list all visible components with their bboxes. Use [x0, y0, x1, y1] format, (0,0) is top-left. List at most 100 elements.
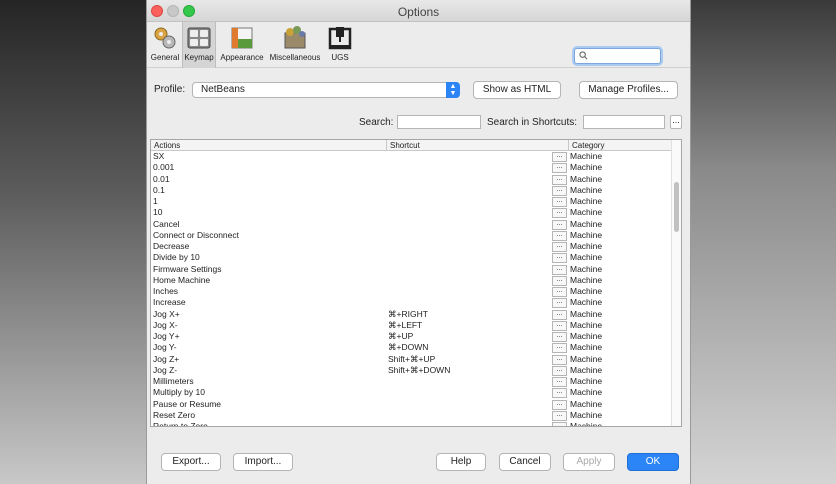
shortcut-edit-button[interactable]: ... — [552, 388, 567, 399]
shortcut-edit-button[interactable]: ... — [552, 343, 567, 354]
shortcut-cell[interactable]: ⌘+RIGHT — [388, 309, 428, 320]
manage-profiles-button[interactable]: Manage Profiles... — [579, 81, 678, 99]
tab-ugs[interactable]: UGS — [325, 22, 355, 68]
shortcut-edit-button[interactable]: ... — [552, 242, 567, 252]
table-row[interactable]: Millimeters... Machine — [151, 376, 672, 387]
shortcut-edit-button[interactable]: ... — [552, 365, 567, 376]
shortcut-edit-button[interactable]: ... — [552, 174, 567, 185]
table-row[interactable]: Jog X+ ⌘+RIGHT... Machine — [151, 309, 672, 320]
options-search-field[interactable] — [574, 48, 661, 64]
table-header: Actions Shortcut Category — [151, 140, 672, 151]
tab-miscellaneous[interactable]: Miscellaneous — [268, 22, 322, 68]
table-row[interactable]: Reset Zero... Machine — [151, 410, 672, 421]
show-as-html-button[interactable]: Show as HTML — [473, 81, 561, 99]
profile-select[interactable]: NetBeans ▲ ▼ — [192, 82, 460, 98]
shortcut-edit-button[interactable]: ... — [552, 163, 567, 174]
table-row[interactable]: Inches... Machine — [151, 286, 672, 297]
table-row[interactable]: 0.01... Machine — [151, 174, 672, 185]
table-row[interactable]: Home Machine... Machine — [151, 275, 672, 286]
shortcut-edit-button[interactable]: ... — [552, 264, 567, 275]
table-row[interactable]: Jog Z- Shift+⌘+DOWN... Machine — [151, 365, 672, 376]
table-row[interactable]: Cancel... Machine — [151, 219, 672, 230]
shortcut-cell[interactable]: Shift+⌘+UP — [388, 354, 435, 365]
action-cell: Pause or Resume — [153, 398, 222, 409]
table-row[interactable]: Connect or Disconnect... Machine — [151, 230, 672, 241]
shortcut-cell[interactable]: ⌘+UP — [388, 331, 413, 342]
shortcut-cell[interactable]: ⌘+DOWN — [388, 342, 428, 353]
shortcut-capture-button[interactable]: ... — [670, 115, 682, 129]
table-row[interactable]: Return to Zero... Machine — [151, 421, 672, 427]
table-scrollbar-thumb[interactable] — [674, 182, 679, 232]
shortcut-cell[interactable]: Shift+⌘+DOWN — [388, 365, 450, 376]
chevron-updown-icon: ▲ ▼ — [446, 82, 460, 98]
shortcut-edit-button[interactable]: ... — [552, 275, 567, 286]
table-row[interactable]: Divide by 10... Machine — [151, 252, 672, 264]
tab-general[interactable]: General — [149, 22, 181, 68]
miscellaneous-icon — [284, 26, 306, 49]
search-in-shortcuts-input[interactable] — [583, 115, 665, 129]
tab-appearance[interactable]: Appearance — [219, 22, 265, 68]
shortcut-edit-button[interactable]: ... — [552, 253, 567, 264]
action-cell: Return to Zero — [153, 421, 208, 427]
shortcut-edit-button[interactable]: ... — [552, 399, 567, 410]
shortcut-edit-button[interactable]: ... — [552, 320, 567, 331]
table-row[interactable]: 0.1... Machine — [151, 185, 672, 196]
table-row[interactable]: SX... Machine — [151, 151, 672, 162]
category-cell: Machine — [570, 151, 603, 161]
table-row[interactable]: Decrease... Machine — [151, 241, 672, 252]
shortcut-edit-button[interactable]: ... — [552, 410, 567, 421]
category-cell: Machine — [570, 364, 603, 375]
action-cell: Connect or Disconnect — [153, 229, 239, 240]
search-input[interactable] — [397, 115, 481, 129]
table-row[interactable]: Jog X- ⌘+LEFT... Machine — [151, 320, 672, 331]
shortcut-edit-button[interactable]: ... — [552, 332, 567, 342]
category-cell: Machine — [570, 308, 603, 319]
action-cell: Reset Zero — [153, 409, 196, 420]
shortcut-edit-button[interactable]: ... — [552, 219, 567, 230]
desktop-background-right — [691, 0, 836, 484]
category-cell: Machine — [570, 421, 603, 427]
shortcut-edit-button[interactable]: ... — [552, 185, 567, 196]
category-cell: Machine — [570, 342, 603, 353]
shortcut-edit-button[interactable]: ... — [552, 230, 567, 241]
shortcut-edit-button[interactable]: ... — [552, 152, 567, 162]
export-button[interactable]: Export... — [161, 453, 221, 471]
apply-button[interactable]: Apply — [563, 453, 615, 471]
table-scrollbar[interactable] — [671, 140, 681, 426]
shortcut-cell[interactable]: ⌘+LEFT — [388, 320, 422, 331]
tab-keymap[interactable]: Keymap — [182, 22, 216, 68]
shortcut-edit-button[interactable]: ... — [552, 309, 567, 320]
table-row[interactable]: Multiply by 10... Machine — [151, 387, 672, 399]
help-button[interactable]: Help — [436, 453, 486, 471]
action-cell: SX — [153, 151, 165, 161]
shortcut-edit-button[interactable]: ... — [552, 208, 567, 219]
table-row[interactable]: Increase... Machine — [151, 297, 672, 309]
category-cell: Machine — [570, 162, 603, 173]
table-row[interactable]: 1... Machine — [151, 196, 672, 207]
shortcut-edit-button[interactable]: ... — [552, 298, 567, 309]
import-button[interactable]: Import... — [233, 453, 293, 471]
ok-button[interactable]: OK — [627, 453, 679, 471]
shortcut-edit-button[interactable]: ... — [552, 377, 567, 387]
column-header-category[interactable]: Category — [569, 140, 672, 151]
table-row[interactable]: Firmware Settings... Machine — [151, 264, 672, 275]
category-cell: Machine — [570, 184, 603, 195]
category-cell: Machine — [570, 387, 603, 398]
shortcut-edit-button[interactable]: ... — [552, 287, 567, 297]
shortcut-edit-button[interactable]: ... — [552, 354, 567, 365]
table-row[interactable]: 0.001... Machine — [151, 162, 672, 174]
category-cell: Machine — [570, 376, 603, 386]
table-row[interactable]: Jog Y+ ⌘+UP... Machine — [151, 331, 672, 342]
category-cell: Machine — [570, 241, 603, 251]
shortcut-edit-button[interactable]: ... — [552, 197, 567, 207]
shortcut-edit-button[interactable]: ... — [552, 422, 567, 426]
table-row[interactable]: 10... Machine — [151, 207, 672, 219]
table-row[interactable]: Pause or Resume... Machine — [151, 399, 672, 410]
action-cell: Inches — [153, 286, 179, 296]
column-header-shortcut[interactable]: Shortcut — [387, 140, 569, 151]
table-row[interactable]: Jog Y- ⌘+DOWN... Machine — [151, 342, 672, 354]
table-row[interactable]: Jog Z+ Shift+⌘+UP... Machine — [151, 354, 672, 365]
tab-keymap-label: Keymap — [184, 53, 214, 62]
column-header-actions[interactable]: Actions — [151, 140, 387, 151]
cancel-button[interactable]: Cancel — [499, 453, 551, 471]
